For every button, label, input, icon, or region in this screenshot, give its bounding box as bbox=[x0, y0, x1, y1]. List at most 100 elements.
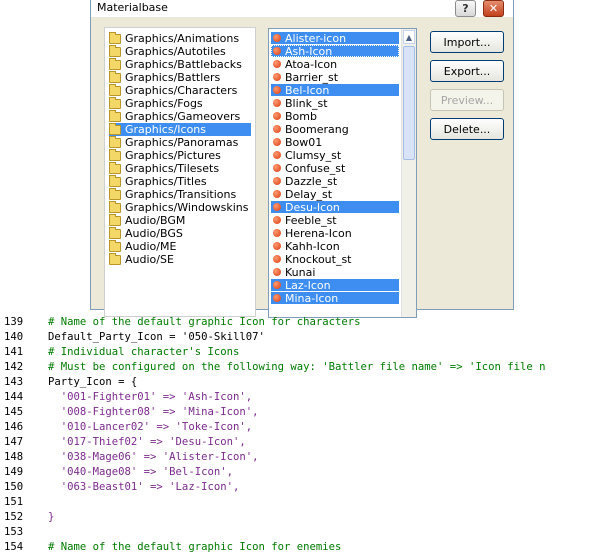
dialog-titlebar[interactable]: Materialbase ? ✕ bbox=[91, 0, 513, 17]
code-line: 146 '010-Lancer02' => 'Toke-Icon', bbox=[0, 420, 594, 435]
folder-item-label: Graphics/Battlers bbox=[125, 71, 221, 84]
red-ball-icon bbox=[273, 125, 281, 133]
folder-item[interactable]: Graphics/Panoramas bbox=[109, 135, 238, 149]
dialog-title: Materialbase bbox=[97, 1, 168, 14]
folder-icon bbox=[109, 83, 121, 96]
folder-item[interactable]: Graphics/Battlebacks bbox=[109, 57, 242, 71]
folder-icon bbox=[109, 213, 121, 226]
code-line: 144 '001-Fighter01' => 'Ash-Icon', bbox=[0, 390, 594, 405]
file-item-label: Blink_st bbox=[285, 96, 328, 110]
folder-item[interactable]: Audio/BGM bbox=[109, 213, 185, 227]
file-item[interactable]: Bomb bbox=[271, 110, 399, 123]
folder-item[interactable]: Graphics/Pictures bbox=[109, 148, 221, 162]
folder-item[interactable]: Audio/BGS bbox=[109, 226, 183, 240]
red-ball-icon bbox=[273, 138, 281, 146]
code-line: 141 # Individual character's Icons bbox=[0, 345, 594, 360]
export-button[interactable]: Export... bbox=[430, 60, 504, 82]
line-number: 142 bbox=[4, 361, 24, 373]
folder-item[interactable]: Graphics/Autotiles bbox=[109, 44, 226, 58]
file-item-label: Dazzle_st bbox=[285, 174, 338, 188]
folder-item[interactable]: Graphics/Gameovers bbox=[109, 109, 240, 123]
preview-button[interactable]: Preview... bbox=[430, 89, 504, 111]
red-ball-icon bbox=[273, 112, 281, 120]
folder-item-label: Graphics/Titles bbox=[125, 175, 207, 188]
folder-list[interactable]: Graphics/Animations Graphics/Autotiles Gra… bbox=[104, 27, 256, 317]
file-item[interactable]: Boomerang bbox=[271, 123, 399, 136]
file-list[interactable]: ▲ Alister-icon Ash-Icon Atoa-Icon Barrier_s… bbox=[268, 28, 417, 318]
folder-item-label: Graphics/Animations bbox=[125, 32, 240, 45]
folder-item[interactable]: Audio/SE bbox=[109, 252, 174, 266]
file-item[interactable]: Delay_st bbox=[271, 187, 399, 201]
file-item[interactable]: Ash-Icon bbox=[271, 44, 399, 58]
folder-icon bbox=[109, 109, 121, 122]
import-button[interactable]: Import... bbox=[430, 31, 504, 53]
folder-item[interactable]: Graphics/Animations bbox=[109, 31, 240, 45]
code-line: 140 Default_Party_Icon = '050-Skill07' bbox=[0, 330, 594, 345]
code-line: 151 bbox=[0, 495, 594, 510]
folder-item[interactable]: Graphics/Transitions bbox=[109, 187, 236, 201]
file-item[interactable]: Kunai bbox=[271, 265, 399, 279]
code-text: } bbox=[48, 511, 55, 523]
close-icon: ✕ bbox=[488, 2, 499, 15]
folder-icon bbox=[109, 31, 121, 44]
folder-item[interactable]: Graphics/Icons bbox=[109, 122, 251, 136]
file-item-label: Desu-Icon bbox=[285, 200, 340, 214]
file-item[interactable]: Blink_st bbox=[271, 96, 399, 110]
file-item[interactable]: Alister-icon bbox=[271, 31, 399, 45]
scroll-up-arrow-icon[interactable]: ▲ bbox=[403, 30, 415, 44]
line-number: 148 bbox=[4, 451, 24, 463]
file-item-label: Kunai bbox=[285, 265, 316, 279]
code-text: '010-Lancer02' => 'Toke-Icon', bbox=[48, 421, 253, 433]
file-item-label: Bel-Icon bbox=[285, 83, 330, 97]
file-item-label: Clumsy_st bbox=[285, 148, 342, 162]
folder-item[interactable]: Graphics/Windowskins bbox=[109, 200, 249, 214]
file-item[interactable]: Kahh-Icon bbox=[271, 240, 399, 253]
code-text: '038-Mage06' => 'Alister-Icon', bbox=[48, 451, 259, 463]
line-number: 143 bbox=[4, 376, 24, 388]
file-item-label: Alister-icon bbox=[285, 31, 347, 45]
file-item[interactable]: Feeble_st bbox=[271, 213, 399, 227]
folder-item[interactable]: Graphics/Fogs bbox=[109, 96, 203, 110]
file-item-label: Delay_st bbox=[285, 187, 333, 201]
file-list-scrollbar[interactable]: ▲ bbox=[401, 29, 416, 317]
red-ball-icon bbox=[273, 216, 281, 224]
folder-item[interactable]: Graphics/Tilesets bbox=[109, 161, 219, 175]
file-item[interactable]: Confuse_st bbox=[271, 162, 399, 175]
line-number: 145 bbox=[4, 406, 24, 418]
code-text: '063-Beast01' => 'Laz-Icon', bbox=[48, 481, 240, 493]
folder-item[interactable]: Graphics/Titles bbox=[109, 174, 207, 188]
folder-icon bbox=[109, 252, 121, 265]
code-line: 147 '017-Thief02' => 'Desu-Icon', bbox=[0, 435, 594, 450]
file-item[interactable]: Bel-Icon bbox=[271, 83, 399, 97]
folder-item[interactable]: Audio/ME bbox=[109, 239, 176, 253]
scrollbar-thumb[interactable] bbox=[403, 46, 415, 160]
red-ball-icon bbox=[273, 229, 281, 237]
file-item[interactable]: Herena-Icon bbox=[271, 226, 399, 240]
file-item-label: Bow01 bbox=[285, 135, 323, 149]
close-button[interactable]: ✕ bbox=[483, 0, 504, 17]
folder-item[interactable]: Graphics/Battlers bbox=[109, 70, 221, 84]
materialbase-dialog: Materialbase ? ✕ Graphics/Animations Grap… bbox=[90, 0, 514, 318]
file-item[interactable]: Laz-Icon bbox=[271, 279, 399, 292]
red-ball-icon bbox=[273, 60, 281, 68]
help-button[interactable]: ? bbox=[455, 0, 476, 17]
file-item-label: Herena-Icon bbox=[285, 226, 352, 240]
file-item[interactable]: Atoa-Icon bbox=[271, 58, 399, 71]
file-item[interactable]: Bow01 bbox=[271, 135, 399, 149]
red-ball-icon bbox=[273, 151, 281, 159]
file-item-label: Ash-Icon bbox=[285, 44, 333, 58]
delete-button[interactable]: Delete... bbox=[430, 118, 504, 140]
file-item[interactable]: Barrier_st bbox=[271, 71, 399, 84]
file-item[interactable]: Clumsy_st bbox=[271, 148, 399, 162]
file-item[interactable]: Desu-Icon bbox=[271, 200, 399, 214]
folder-item-label: Graphics/Windowskins bbox=[125, 201, 249, 214]
file-item[interactable]: Mina-Icon bbox=[271, 292, 399, 305]
red-ball-icon bbox=[273, 99, 281, 107]
folder-item-label: Graphics/Battlebacks bbox=[125, 58, 242, 71]
folder-item-label: Graphics/Fogs bbox=[125, 97, 203, 110]
folder-item[interactable]: Graphics/Characters bbox=[109, 83, 237, 97]
folder-icon bbox=[109, 239, 121, 252]
file-item[interactable]: Knockout_st bbox=[271, 253, 399, 266]
file-item-label: Feeble_st bbox=[285, 213, 337, 227]
file-item[interactable]: Dazzle_st bbox=[271, 174, 399, 188]
